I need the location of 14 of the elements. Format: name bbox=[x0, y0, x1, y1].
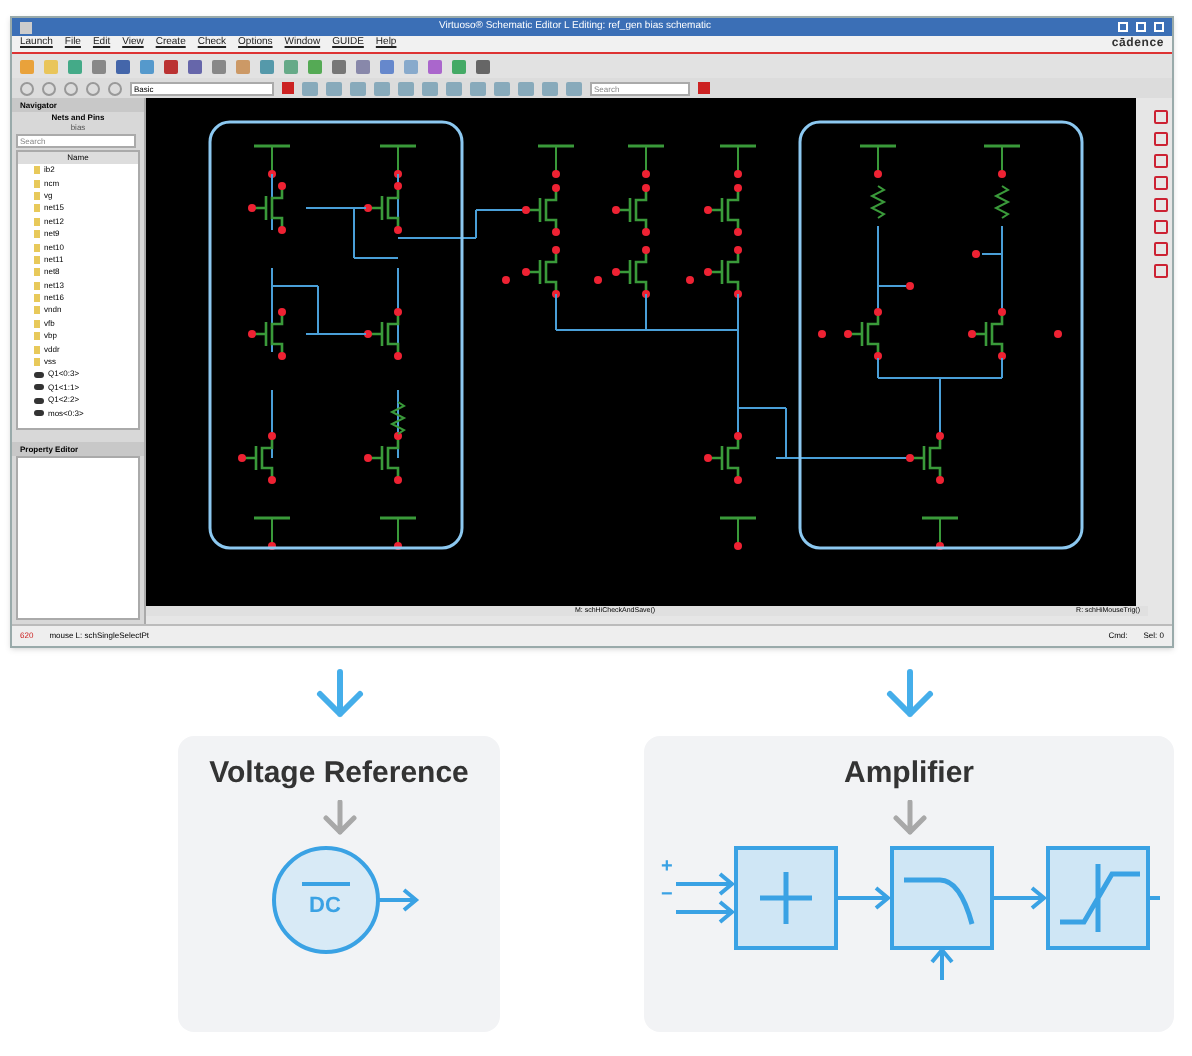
input-sign: + bbox=[661, 858, 673, 878]
down-arrow-icon bbox=[883, 668, 935, 720]
minimize-icon[interactable] bbox=[1118, 22, 1129, 32]
down-arrow-icon bbox=[313, 668, 365, 720]
block-title: Amplifier bbox=[843, 756, 974, 792]
source-label: DC bbox=[309, 894, 341, 918]
close-icon[interactable] bbox=[1154, 22, 1165, 32]
schematic-canvas[interactable] bbox=[146, 98, 1136, 606]
down-arrow-icon bbox=[891, 800, 927, 836]
maximize-icon[interactable] bbox=[1136, 22, 1147, 32]
app-icon bbox=[20, 21, 32, 33]
block-title: Voltage Reference bbox=[209, 756, 469, 792]
input-sign: − bbox=[661, 886, 673, 906]
down-arrow-icon bbox=[321, 800, 357, 836]
